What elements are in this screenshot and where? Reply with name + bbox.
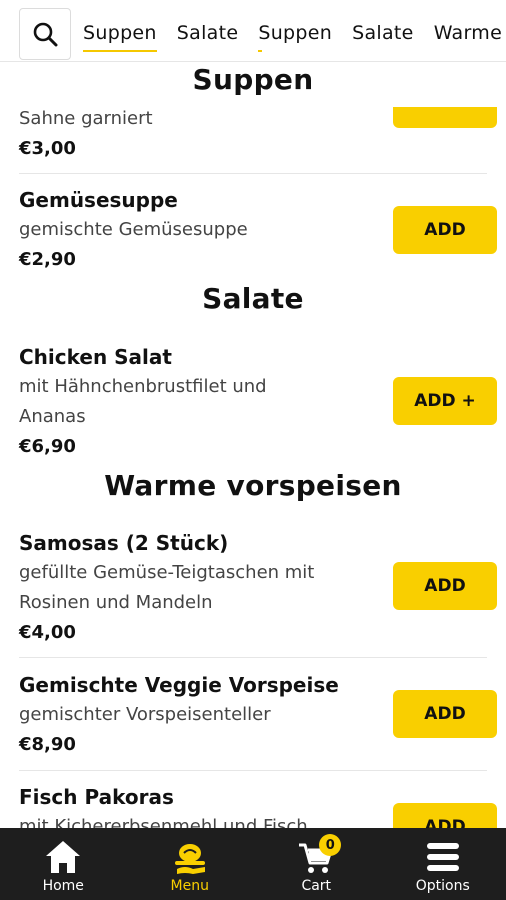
nav-cart[interactable]: 0 Cart [253, 828, 380, 900]
item-price: €3,00 [19, 138, 76, 159]
tab-salate-2[interactable]: Salate [352, 0, 414, 61]
tab-suppen-2[interactable]: Suppen [258, 0, 332, 61]
section-title-warme: Warme vorspeisen [104, 469, 402, 502]
home-icon [44, 838, 82, 876]
menu-icon [171, 838, 209, 876]
tab-warme[interactable]: Warme [434, 0, 502, 61]
category-tabs: Suppen Salate Suppen Salate Warme [83, 0, 506, 61]
item-price: €6,90 [19, 436, 76, 457]
menu-item[interactable]: Sahne garniert €3,00 [19, 104, 487, 164]
add-button[interactable]: ADD [393, 803, 497, 828]
nav-label: Menu [170, 878, 209, 894]
nav-label: Home [42, 878, 84, 894]
item-description: mit Kichererbsenmehl und Fisch [19, 816, 308, 828]
item-price: €4,00 [19, 622, 76, 643]
tab-salate[interactable]: Salate [177, 0, 239, 61]
item-name: Chicken Salat [19, 345, 172, 369]
add-button[interactable]: ADD [393, 562, 497, 610]
nav-label: Cart [301, 878, 332, 894]
divider [19, 657, 487, 658]
search-icon [33, 22, 58, 47]
nav-home[interactable]: Home [0, 828, 127, 900]
search-button[interactable] [19, 8, 71, 60]
item-name: Samosas (2 Stück) [19, 531, 229, 555]
tab-suppen[interactable]: Suppen [83, 0, 157, 61]
item-description: gemischter Vorspeisenteller [19, 704, 271, 725]
nav-menu[interactable]: Menu [127, 828, 254, 900]
item-description: mit Hähnchenbrustfilet und Ananas [19, 376, 267, 427]
item-description: Sahne garniert [19, 108, 153, 129]
item-description: gefüllte Gemüse-Teigtaschen mit Rosinen … [19, 562, 315, 613]
bottom-nav: Home Menu 0 Cart Options [0, 828, 506, 900]
menu-list[interactable]: Suppen Sahne garniert €3,00 Gemüsesuppe … [0, 62, 506, 828]
top-bar: Suppen Salate Suppen Salate Warme [0, 0, 506, 62]
divider [19, 173, 487, 174]
cart-count-badge: 0 [319, 834, 342, 856]
add-button[interactable]: ADD [393, 690, 497, 738]
hamburger-icon [424, 838, 462, 876]
add-button[interactable]: ADD [393, 206, 497, 254]
divider [19, 770, 487, 771]
nav-label: Options [415, 878, 470, 894]
item-description: gemischte Gemüsesuppe [19, 219, 248, 240]
nav-options[interactable]: Options [380, 828, 506, 900]
section-title-suppen: Suppen [0, 62, 506, 107]
section-title-salate: Salate [202, 282, 304, 315]
add-plus-button[interactable]: ADD + [393, 377, 497, 425]
cart-icon: 0 [297, 834, 342, 876]
